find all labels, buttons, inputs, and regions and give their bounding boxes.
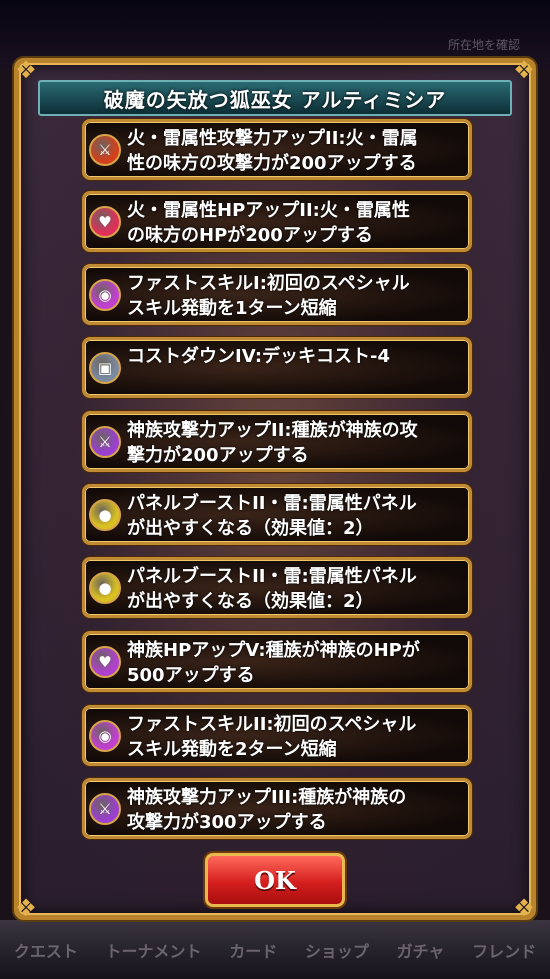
skill-row: ▣ コストダウンIV:デッキコスト-4 (82, 337, 472, 398)
nav-item-gacha: ガチャ (396, 941, 445, 961)
skill-row: ● パネルブーストII・雷:雷属性パネル が出やすくなる（効果値：2） (82, 484, 472, 545)
ornament-corner-icon: ❖ (513, 894, 535, 922)
nav-item-card: カード (229, 941, 278, 961)
panel-icon: ● (89, 572, 121, 604)
background-label: 所在地を確認 (447, 38, 520, 52)
skill-description: 神族攻撃力アップIII:種族が神族の 攻撃力が300アップする (127, 787, 407, 833)
ornament-corner-icon: ❖ (15, 56, 37, 84)
clock-icon: ◉ (89, 279, 121, 311)
clock-icon: ◉ (89, 720, 121, 752)
ornament-corner-icon: ❖ (513, 56, 535, 84)
nav-item-friend: フレンド (472, 941, 537, 961)
sword-icon: ⚔ (89, 426, 121, 458)
skill-row: ● パネルブーストII・雷:雷属性パネル が出やすくなる（効果値：2） (82, 557, 472, 618)
nav-item-tournament: トーナメント (105, 941, 202, 961)
nav-item-shop: ショップ (304, 941, 369, 961)
ok-button[interactable]: OK (205, 853, 345, 907)
skill-description: ファストスキルI:初回のスペシャル スキル発動を1ターン短縮 (127, 273, 410, 319)
panel-icon: ● (89, 499, 121, 531)
skill-description: パネルブーストII・雷:雷属性パネル が出やすくなる（効果値：2） (127, 493, 417, 539)
skill-description: コストダウンIV:デッキコスト-4 (127, 346, 391, 367)
skill-row: ◉ ファストスキルI:初回のスペシャル スキル発動を1ターン短縮 (82, 264, 472, 325)
skill-row: ⚔ 神族攻撃力アップIII:種族が神族の 攻撃力が300アップする (82, 778, 472, 839)
sword-icon: ⚔ (89, 134, 121, 166)
skill-row: ◉ ファストスキルII:初回のスペシャル スキル発動を2ターン短縮 (82, 705, 472, 766)
skill-description: 火・雷属性HPアップII:火・雷属性 の味方のHPが200アップする (127, 200, 410, 246)
sword-icon: ⚔ (89, 793, 121, 825)
skill-description: 火・雷属性攻撃力アップII:火・雷属 性の味方の攻撃力が200アップする (127, 128, 418, 174)
skill-row: ⚔ 神族攻撃力アップII:種族が神族の攻 撃力が200アップする (82, 411, 472, 472)
nav-item-quest: クエスト (13, 941, 78, 961)
skill-row: ♥ 神族HPアップV:種族が神族のHPが 500アップする (82, 631, 472, 692)
background-nav: クエスト トーナメント カード ショップ ガチャ フレンド (0, 920, 550, 979)
skill-description: 神族攻撃力アップII:種族が神族の攻 撃力が200アップする (127, 420, 418, 466)
skill-description: ファストスキルII:初回のスペシャル スキル発動を2ターン短縮 (127, 714, 417, 760)
skill-description: 神族HPアップV:種族が神族のHPが 500アップする (127, 640, 420, 686)
skill-row: ⚔ 火・雷属性攻撃力アップII:火・雷属 性の味方の攻撃力が200アップする (82, 119, 472, 180)
deck-icon: ▣ (89, 352, 121, 384)
dialog-title: 破魔の矢放つ狐巫女 アルティミシア (38, 80, 512, 116)
heart-icon: ♥ (89, 646, 121, 678)
skill-description: パネルブーストII・雷:雷属性パネル が出やすくなる（効果値：2） (127, 566, 417, 612)
heart-icon: ♥ (89, 206, 121, 238)
skill-row: ♥ 火・雷属性HPアップII:火・雷属性 の味方のHPが200アップする (82, 191, 472, 252)
ornament-corner-icon: ❖ (15, 894, 37, 922)
